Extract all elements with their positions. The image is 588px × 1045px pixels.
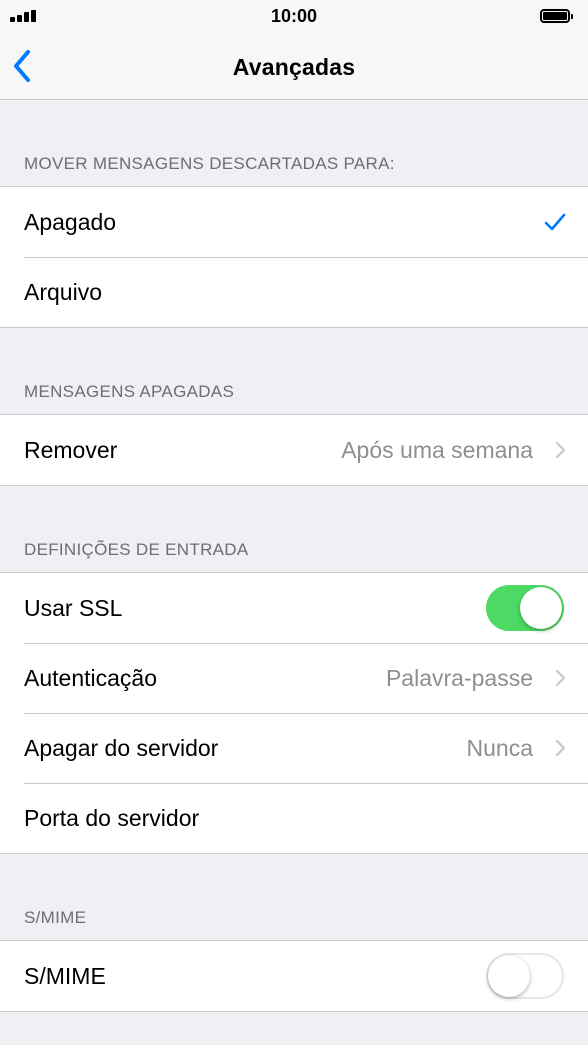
remove-row[interactable]: Remover Após uma semana bbox=[0, 415, 588, 485]
navigation-bar: Avançadas bbox=[0, 34, 588, 100]
row-label: Remover bbox=[24, 437, 118, 463]
status-time: 10:00 bbox=[270, 6, 318, 26]
section-header-incoming-settings: DEFINIÇÕES DE ENTRADA bbox=[24, 540, 249, 559]
use-ssl-toggle[interactable] bbox=[486, 585, 564, 631]
toggle-knob bbox=[488, 955, 530, 997]
chevron-right-icon bbox=[555, 669, 566, 687]
section-header-move-discarded: MOVER MENSAGENS DESCARTADAS PARA: bbox=[24, 154, 395, 173]
authentication-row[interactable]: Autenticação Palavra-passe bbox=[0, 643, 588, 713]
row-label: Usar SSL bbox=[24, 595, 123, 621]
section-header-smime: S/MIME bbox=[24, 908, 87, 927]
option-label: Apagado bbox=[24, 209, 117, 235]
chevron-right-icon bbox=[555, 739, 566, 757]
page-title: Avançadas bbox=[232, 54, 356, 80]
row-label: Autenticação bbox=[24, 665, 157, 691]
smime-toggle[interactable] bbox=[486, 953, 564, 999]
deleted-messages-group: Remover Após uma semana bbox=[0, 414, 588, 486]
battery-icon bbox=[540, 9, 573, 23]
option-label: Arquivo bbox=[24, 279, 102, 305]
toggle-knob bbox=[520, 587, 562, 629]
server-port-row[interactable]: Porta do servidor bbox=[0, 783, 588, 853]
section-header-deleted-messages: MENSAGENS APAGADAS bbox=[24, 382, 235, 401]
move-discarded-group: Apagado Arquivo bbox=[0, 186, 588, 328]
status-bar: 10:00 bbox=[0, 0, 588, 34]
row-value: Palavra-passe bbox=[385, 665, 533, 691]
checkmark-icon bbox=[544, 213, 566, 231]
use-ssl-row: Usar SSL bbox=[0, 573, 588, 643]
smime-row: S/MIME bbox=[0, 941, 588, 1011]
smime-group: S/MIME bbox=[0, 940, 588, 1012]
row-label: S/MIME bbox=[24, 963, 106, 989]
incoming-settings-group: Usar SSL Autenticação Palavra-passe Apag… bbox=[0, 572, 588, 854]
row-label: Apagar do servidor bbox=[24, 735, 219, 761]
delete-from-server-row[interactable]: Apagar do servidor Nunca bbox=[0, 713, 588, 783]
chevron-right-icon bbox=[555, 441, 566, 459]
row-value: Nunca bbox=[466, 735, 533, 761]
row-value: Após uma semana bbox=[341, 437, 533, 463]
option-apagado[interactable]: Apagado bbox=[0, 187, 588, 257]
option-arquivo[interactable]: Arquivo bbox=[0, 257, 588, 327]
row-label: Porta do servidor bbox=[24, 805, 200, 831]
